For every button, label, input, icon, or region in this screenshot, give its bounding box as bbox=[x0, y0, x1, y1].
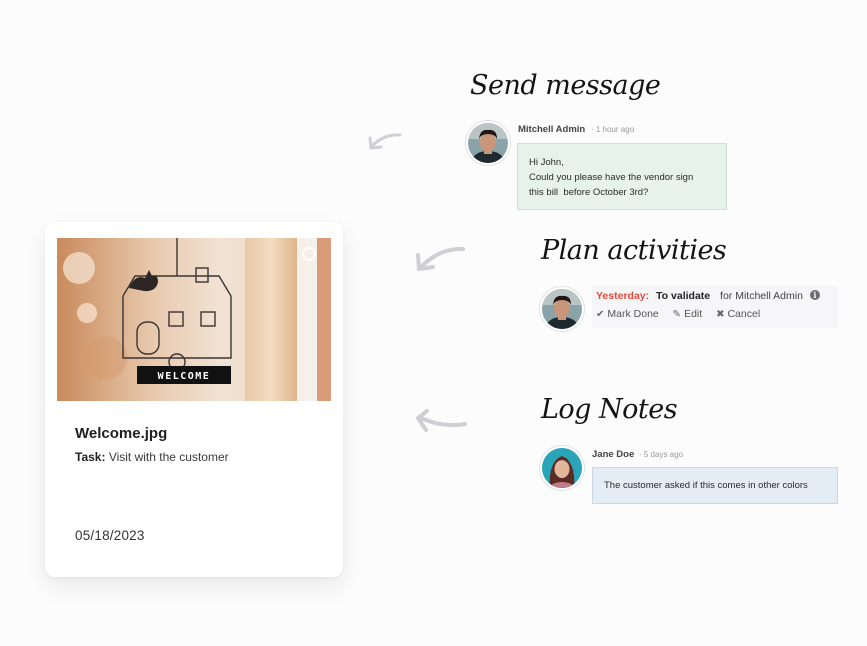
note-author: Jane Doe bbox=[592, 449, 635, 460]
message-bubble: Hi John, Could you please have the vendo… bbox=[517, 143, 727, 210]
info-icon[interactable]: i bbox=[809, 290, 820, 300]
check-icon: ✔ bbox=[596, 309, 605, 320]
log-notes-heading: Log Notes bbox=[541, 394, 678, 425]
mark-done-label: Mark Done bbox=[607, 308, 659, 320]
cancel-button[interactable]: ✖ Cancel bbox=[716, 308, 760, 320]
mark-done-button[interactable]: ✔ Mark Done bbox=[596, 308, 659, 320]
note-text: The customer asked if this comes in othe… bbox=[604, 480, 808, 491]
edit-label: Edit bbox=[684, 308, 703, 320]
cancel-label: Cancel bbox=[727, 308, 761, 320]
activity-state: To validate bbox=[656, 290, 711, 302]
close-icon: ✖ bbox=[716, 309, 725, 320]
message-line: this bill before October 3rd? bbox=[529, 187, 649, 198]
arrow-icon bbox=[368, 133, 402, 150]
avatar bbox=[540, 287, 584, 331]
plan-activities-heading: Plan activities bbox=[541, 235, 727, 266]
card-date: 05/18/2023 bbox=[75, 528, 145, 543]
avatar bbox=[466, 121, 510, 165]
welcome-sign-text: WELCOME bbox=[158, 371, 211, 382]
task-value: Visit with the customer bbox=[108, 450, 229, 464]
send-message-heading: Send message bbox=[470, 70, 661, 101]
attachment-image[interactable]: WELCOME bbox=[57, 238, 331, 401]
card-title: Welcome.jpg bbox=[75, 425, 168, 442]
arrow-icon bbox=[416, 409, 467, 432]
task-label: Task: bbox=[75, 450, 106, 464]
message-line: Could you please have the vendor sign bbox=[529, 172, 694, 183]
activity-due: Yesterday: bbox=[596, 290, 650, 302]
avatar bbox=[540, 446, 584, 490]
message-author: Mitchell Admin bbox=[518, 124, 586, 135]
select-radio-icon[interactable] bbox=[302, 247, 316, 261]
attachment-card[interactable]: WELCOME Welcome.jpg Task: Visit with the… bbox=[45, 222, 343, 577]
activity-assignee: for Mitchell Admin bbox=[720, 290, 803, 302]
arrow-icon bbox=[416, 246, 465, 271]
pencil-icon: ✎ bbox=[672, 309, 682, 320]
card-task: Task: Visit with the customer bbox=[75, 450, 229, 464]
edit-button[interactable]: ✎ Edit bbox=[673, 308, 702, 320]
message-line: Hi John, bbox=[529, 157, 564, 168]
activity-item: Yesterday: To validate for Mitchell Admi… bbox=[592, 286, 838, 328]
note-time: · 5 days ago bbox=[639, 450, 684, 459]
message-time: · 1 hour ago bbox=[591, 125, 635, 134]
note-bubble: The customer asked if this comes in othe… bbox=[592, 467, 838, 504]
